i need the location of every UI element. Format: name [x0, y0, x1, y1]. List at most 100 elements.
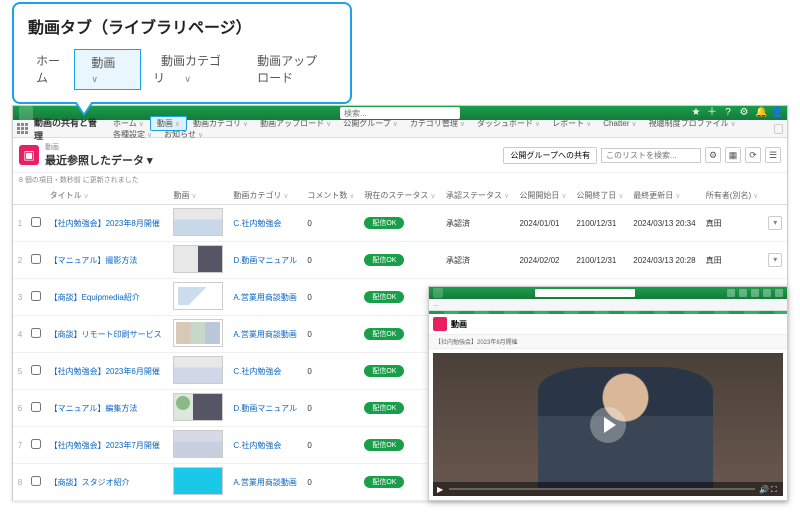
- settings-icon[interactable]: ⚙: [705, 147, 721, 163]
- detail-logo-icon[interactable]: [433, 288, 443, 298]
- column-header[interactable]: 動画カテゴリ∨: [229, 187, 303, 205]
- callout-tab-video[interactable]: 動画 ∨: [74, 49, 141, 90]
- column-header[interactable]: 承認ステータス∨: [442, 187, 515, 205]
- video-player[interactable]: ▶ 🔊 ⛶: [433, 353, 783, 496]
- detail-icon[interactable]: [727, 289, 735, 297]
- row-checkbox[interactable]: [27, 427, 46, 464]
- share-button[interactable]: 公開グループへの共有: [503, 147, 597, 164]
- avatar-icon[interactable]: 👤: [771, 108, 781, 118]
- cell-category[interactable]: D.動画マニュアル: [229, 242, 303, 279]
- bell-icon[interactable]: 🔔: [755, 108, 765, 118]
- column-header[interactable]: 所有者(別名)∨: [702, 187, 764, 205]
- callout-tab-category[interactable]: 動画カテゴリ ∨: [145, 48, 245, 90]
- nav-tab[interactable]: 視聴制度プロファイル∨: [643, 117, 742, 130]
- row-index: 6: [13, 390, 27, 427]
- fullscreen-icon[interactable]: ⛶: [771, 485, 779, 493]
- cell-thumb[interactable]: [169, 464, 229, 501]
- row-menu[interactable]: ▾: [764, 205, 787, 242]
- column-header[interactable]: [13, 187, 27, 205]
- cell-category[interactable]: A.営業用商談動画: [229, 316, 303, 353]
- cell-thumb[interactable]: [169, 427, 229, 464]
- detail-icon[interactable]: [763, 289, 771, 297]
- list-subnote: 8 個の項目・数秒前 に更新されました: [13, 173, 787, 187]
- refresh-icon[interactable]: ⟳: [745, 147, 761, 163]
- row-checkbox[interactable]: [27, 316, 46, 353]
- list-search-input[interactable]: [601, 148, 701, 163]
- callout-tab-home[interactable]: ホーム: [28, 48, 70, 90]
- row-checkbox[interactable]: [27, 390, 46, 427]
- callout-tab-upload[interactable]: 動画アップロード: [249, 48, 336, 90]
- nav-tab[interactable]: Chatter∨: [597, 117, 642, 130]
- list-view-title[interactable]: 最近参照したデータ ▾: [45, 152, 153, 168]
- column-header[interactable]: 公開開始日∨: [515, 187, 572, 205]
- cell-title[interactable]: 【商談】リモート印刷サービス: [46, 316, 170, 353]
- nav-tab[interactable]: 動画アップロード∨: [254, 117, 337, 130]
- column-header[interactable]: 最終更新日∨: [629, 187, 702, 205]
- cell-thumb[interactable]: [169, 390, 229, 427]
- cell-category[interactable]: C.社内勉強会: [229, 427, 303, 464]
- callout-nav: ホーム 動画 ∨ 動画カテゴリ ∨ 動画アップロード: [28, 48, 336, 90]
- progress-bar[interactable]: [449, 488, 755, 490]
- callout-tail: [74, 102, 94, 116]
- volume-icon[interactable]: 🔊: [759, 485, 767, 493]
- row-checkbox[interactable]: [27, 205, 46, 242]
- cell-category[interactable]: A.営業用商談動画: [229, 279, 303, 316]
- detail-icon[interactable]: [739, 289, 747, 297]
- table-view-icon[interactable]: ▦: [725, 147, 741, 163]
- column-header[interactable]: タイトル∨: [46, 187, 170, 205]
- cell-title[interactable]: 【マニュアル】編集方法: [46, 390, 170, 427]
- cell-thumb[interactable]: [169, 242, 229, 279]
- play-icon[interactable]: [590, 407, 626, 443]
- detail-icon[interactable]: [751, 289, 759, 297]
- row-checkbox[interactable]: [27, 464, 46, 501]
- row-checkbox[interactable]: [27, 353, 46, 390]
- column-header[interactable]: 公開終了日∨: [572, 187, 629, 205]
- cell-title[interactable]: 【社内勉強会】2023年7月開催: [46, 427, 170, 464]
- global-search[interactable]: [340, 107, 460, 119]
- column-header[interactable]: 動画∨: [169, 187, 229, 205]
- chevron-down-icon: ∨: [139, 121, 144, 128]
- detail-search[interactable]: [535, 289, 635, 297]
- row-menu[interactable]: ▾: [764, 242, 787, 279]
- cell-title[interactable]: 【マニュアル】撮影方法: [46, 242, 170, 279]
- detail-icon[interactable]: [775, 289, 783, 297]
- row-index: 3: [13, 279, 27, 316]
- cell-comments: 0: [303, 427, 360, 464]
- cell-end: 2100/12/31: [572, 205, 629, 242]
- chevron-down-icon[interactable]: ▾: [768, 253, 782, 267]
- column-header[interactable]: コメント数∨: [303, 187, 360, 205]
- table-row[interactable]: 2【マニュアル】撮影方法D.動画マニュアル0配信OK承認済2024/02/022…: [13, 242, 787, 279]
- cell-category[interactable]: D.動画マニュアル: [229, 390, 303, 427]
- cell-thumb[interactable]: [169, 353, 229, 390]
- row-checkbox[interactable]: [27, 242, 46, 279]
- cell-title[interactable]: 【商談】スタジオ紹介: [46, 464, 170, 501]
- cell-thumb[interactable]: [169, 279, 229, 316]
- column-header[interactable]: 現在のステータス∨: [360, 187, 442, 205]
- global-search-input[interactable]: [344, 109, 456, 118]
- detail-tabbar: …: [429, 299, 787, 311]
- cell-thumb[interactable]: [169, 205, 229, 242]
- nav-tab[interactable]: ダッシュボード∨: [471, 117, 546, 130]
- app-launcher-icon[interactable]: [17, 123, 28, 135]
- table-row[interactable]: 1【社内勉強会】2023年8月開催C.社内勉強会0配信OK承認済2024/01/…: [13, 205, 787, 242]
- row-index: 7: [13, 427, 27, 464]
- column-header[interactable]: [764, 187, 787, 205]
- cell-category[interactable]: C.社内勉強会: [229, 353, 303, 390]
- nav-tab[interactable]: レポート∨: [546, 117, 597, 130]
- cell-title[interactable]: 【商談】Equipmedia紹介: [46, 279, 170, 316]
- cell-title[interactable]: 【社内勉強会】2023年6月開催: [46, 353, 170, 390]
- filter-icon[interactable]: ☰: [765, 147, 781, 163]
- video-controls[interactable]: ▶ 🔊 ⛶: [433, 482, 783, 496]
- play-small-icon[interactable]: ▶: [437, 485, 445, 493]
- chevron-down-icon[interactable]: ▾: [768, 216, 782, 230]
- cell-category[interactable]: C.社内勉強会: [229, 205, 303, 242]
- row-checkbox[interactable]: [27, 279, 46, 316]
- cell-category[interactable]: A.営業用商談動画: [229, 464, 303, 501]
- app-logo-icon[interactable]: [19, 106, 33, 120]
- chevron-down-icon: ∨: [731, 121, 736, 128]
- tab-edit-icon[interactable]: [774, 124, 783, 134]
- column-header[interactable]: [27, 187, 46, 205]
- cell-title[interactable]: 【社内勉強会】2023年8月開催: [46, 205, 170, 242]
- list-header: ▣ 動画 最近参照したデータ ▾ 公開グループへの共有 ⚙ ▦ ⟳ ☰: [13, 138, 787, 173]
- cell-thumb[interactable]: [169, 316, 229, 353]
